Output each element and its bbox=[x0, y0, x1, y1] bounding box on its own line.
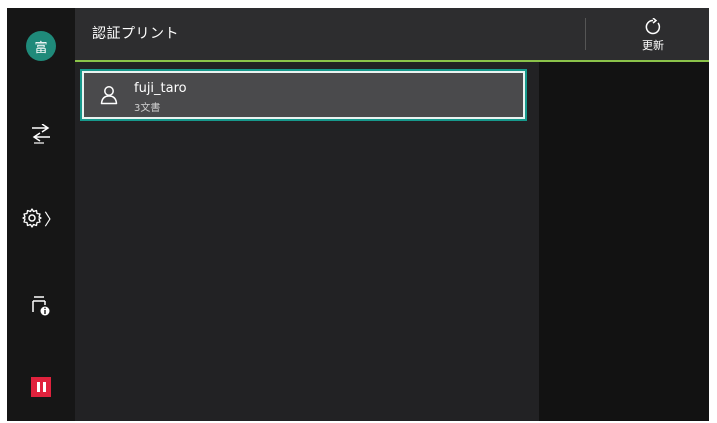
pause-icon bbox=[31, 377, 51, 397]
detail-panel bbox=[539, 62, 709, 421]
avatar: 富 bbox=[26, 31, 56, 61]
swap-icon bbox=[32, 124, 50, 144]
user-icon bbox=[100, 86, 118, 105]
sidebar: 富 〉 bbox=[7, 8, 75, 421]
settings-button[interactable]: 〉 bbox=[7, 200, 75, 236]
home-avatar-button[interactable]: 富 bbox=[7, 28, 75, 64]
device-screen: 富 〉 認証プリント 更新 fuji_taro 3文書 bbox=[7, 8, 709, 421]
swap-button[interactable] bbox=[7, 116, 75, 152]
user-name: fuji_taro bbox=[134, 81, 187, 96]
pause-button[interactable] bbox=[7, 372, 75, 402]
page-title: 認証プリント bbox=[92, 26, 179, 42]
refresh-icon bbox=[645, 17, 661, 34]
job-list: fuji_taro 3文書 bbox=[75, 62, 539, 421]
document-count: 3文書 bbox=[134, 103, 161, 114]
header-bar: 認証プリント 更新 bbox=[75, 8, 709, 62]
header-divider bbox=[585, 18, 586, 50]
chevron-right-icon: 〉 bbox=[43, 210, 60, 229]
printer-info-button[interactable] bbox=[7, 288, 75, 324]
gear-icon bbox=[22, 208, 42, 228]
refresh-button[interactable]: 更新 bbox=[620, 14, 686, 56]
main-area: 認証プリント 更新 fuji_taro 3文書 bbox=[75, 8, 709, 421]
list-item[interactable]: fuji_taro 3文書 bbox=[80, 69, 527, 121]
refresh-label: 更新 bbox=[642, 38, 664, 52]
printer-info-icon bbox=[32, 296, 50, 316]
